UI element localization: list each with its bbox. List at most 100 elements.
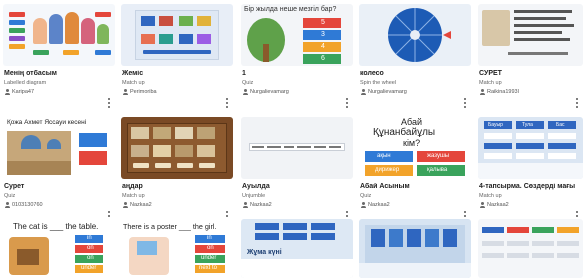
more-options-icon[interactable] bbox=[225, 98, 229, 108]
card-title[interactable]: 1 bbox=[242, 70, 338, 77]
card-type: Match up bbox=[479, 80, 502, 86]
quiz-question-line: Абай bbox=[401, 117, 422, 127]
card-title[interactable]: аңдар bbox=[122, 183, 218, 190]
card-author: Nazkaa2 bbox=[122, 202, 152, 208]
activity-card[interactable]: Жеміс Match up Perimoriba bbox=[121, 4, 233, 110]
activity-thumbnail[interactable] bbox=[241, 117, 353, 179]
activity-thumbnail[interactable]: The cat is ___ the table. in on on under bbox=[3, 219, 115, 278]
activity-card[interactable]: There is a poster ___ the girl. in on un… bbox=[121, 219, 233, 278]
author-name: 0103130760 bbox=[12, 202, 43, 208]
answer-text: on bbox=[87, 245, 94, 251]
author-name: Nurgalievamarg bbox=[368, 89, 407, 95]
user-icon bbox=[479, 202, 485, 208]
activity-thumbnail[interactable]: There is a poster ___ the girl. in on un… bbox=[121, 219, 233, 278]
sentence-text: The cat is ___ the table. bbox=[13, 222, 99, 231]
card-title[interactable]: Сурет bbox=[4, 183, 100, 190]
user-icon bbox=[242, 89, 248, 95]
activity-thumbnail[interactable] bbox=[359, 219, 471, 278]
card-type: Spin the wheel bbox=[360, 80, 397, 86]
answer-text: under bbox=[81, 265, 97, 271]
activity-thumbnail[interactable] bbox=[478, 4, 583, 66]
answer-text: in bbox=[207, 235, 212, 241]
card-title[interactable]: Менің отбасым bbox=[4, 70, 100, 77]
card-title[interactable]: Жеміс bbox=[122, 70, 218, 77]
answer-text: 5 bbox=[321, 19, 325, 26]
author-name: Nazkaa2 bbox=[130, 202, 152, 208]
user-icon bbox=[122, 202, 128, 208]
more-options-icon[interactable] bbox=[575, 98, 579, 108]
quiz-question-line: Құнанбайұлы bbox=[373, 127, 436, 138]
user-icon bbox=[360, 202, 366, 208]
author-name: Raikina1993l bbox=[487, 89, 519, 95]
activity-thumbnail[interactable] bbox=[478, 219, 583, 278]
quiz-question: Бір жылда неше мезгіл бар? bbox=[244, 6, 337, 13]
answer-text: on bbox=[87, 255, 94, 261]
card-author: Nazkaa2 bbox=[479, 202, 509, 208]
activity-card[interactable]: Жұма күні bbox=[241, 219, 353, 278]
more-options-icon[interactable] bbox=[345, 98, 349, 108]
activity-card[interactable]: Бір жылда неше мезгіл бар? 5 3 4 6 1 Qui… bbox=[241, 4, 353, 110]
answer-text: 6 bbox=[321, 55, 325, 62]
user-icon bbox=[360, 89, 366, 95]
activity-card[interactable]: Бауыр Тула Бас 4-тапсырма. Сөздерді мағы… bbox=[478, 117, 583, 223]
author-name: Karipa47 bbox=[12, 89, 35, 95]
card-author: Nazkaa2 bbox=[242, 202, 272, 208]
card-type: Match up bbox=[122, 193, 145, 199]
activity-thumbnail[interactable]: Қожа Ахмет Яссауи кесені bbox=[3, 117, 115, 179]
activity-card[interactable]: колесо Spin the wheel Nurgalievamarg bbox=[359, 4, 471, 110]
answer-text: under bbox=[201, 255, 217, 261]
card-type: Unjumble bbox=[242, 193, 266, 199]
thumbnail-heading: Қожа Ахмет Яссауи кесені bbox=[7, 119, 87, 126]
activity-thumbnail[interactable] bbox=[3, 4, 115, 66]
answer-text: жазушы bbox=[427, 153, 450, 159]
activity-card[interactable]: Қожа Ахмет Яссауи кесені Сурет Quiz 0103… bbox=[3, 117, 115, 223]
spin-wheel-image bbox=[388, 8, 451, 62]
card-author: Nurgalievamarg bbox=[360, 89, 407, 95]
author-name: Nazkaa2 bbox=[250, 202, 272, 208]
activity-card[interactable]: Менің отбасым Labelled diagram Karipa47 bbox=[3, 4, 115, 110]
activity-card[interactable]: Ауылда Unjumble Nazkaa2 bbox=[241, 117, 353, 223]
answer-text: 4 bbox=[321, 43, 325, 50]
activity-card[interactable] bbox=[359, 219, 471, 278]
word-tile: Бауыр bbox=[488, 122, 503, 128]
activity-card[interactable]: СУРЕТ Match up Raikina1993l bbox=[478, 4, 583, 110]
card-type: Quiz bbox=[4, 193, 16, 199]
activity-thumbnail[interactable] bbox=[359, 4, 471, 66]
card-title[interactable]: Ауылда bbox=[242, 183, 338, 190]
card-author: 0103130760 bbox=[4, 202, 43, 208]
answer-text: on bbox=[207, 245, 214, 251]
activity-card[interactable]: The cat is ___ the table. in on on under bbox=[3, 219, 115, 278]
card-author: Nurgalievamarg bbox=[242, 89, 289, 95]
author-name: Nurgalievamarg bbox=[250, 89, 289, 95]
activity-thumbnail[interactable]: Жұма күні bbox=[241, 219, 353, 278]
activity-thumbnail[interactable]: Бір жылда неше мезгіл бар? 5 3 4 6 bbox=[241, 4, 353, 66]
card-author: Raikina1993l bbox=[479, 89, 519, 95]
answer-text: қалыва bbox=[427, 167, 448, 173]
card-type: Labelled diagram bbox=[4, 80, 47, 86]
card-title[interactable]: 4-тапсырма. Сөздерді мағына bbox=[479, 183, 575, 190]
card-type: Quiz bbox=[242, 80, 254, 86]
user-icon bbox=[122, 89, 128, 95]
activity-card[interactable]: аңдар Match up Nazkaa2 bbox=[121, 117, 233, 223]
answer-text: дирижер bbox=[375, 167, 400, 173]
card-author: Nazkaa2 bbox=[360, 202, 390, 208]
card-title[interactable]: Абай Асыным bbox=[360, 183, 456, 190]
activity-card[interactable]: Абай Құнанбайұлы кім? ақын жазушы дириже… bbox=[359, 117, 471, 223]
thumbnail-label: Жұма күні bbox=[247, 249, 282, 256]
activity-card[interactable] bbox=[478, 219, 583, 278]
card-type: Match up bbox=[479, 193, 502, 199]
answer-text: 3 bbox=[321, 31, 325, 38]
activity-thumbnail[interactable] bbox=[121, 117, 233, 179]
card-author: Perimoriba bbox=[122, 89, 157, 95]
activity-thumbnail[interactable] bbox=[121, 4, 233, 66]
more-options-icon[interactable] bbox=[463, 98, 467, 108]
author-name: Nazkaa2 bbox=[487, 202, 509, 208]
activity-thumbnail[interactable]: Абай Құнанбайұлы кім? ақын жазушы дириже… bbox=[359, 117, 471, 179]
answer-text: in bbox=[87, 235, 92, 241]
more-options-icon[interactable] bbox=[107, 98, 111, 108]
card-type: Quiz bbox=[360, 193, 372, 199]
card-title[interactable]: колесо bbox=[360, 70, 456, 77]
author-name: Perimoriba bbox=[130, 89, 157, 95]
card-title[interactable]: СУРЕТ bbox=[479, 70, 575, 77]
activity-thumbnail[interactable]: Бауыр Тула Бас bbox=[478, 117, 583, 179]
